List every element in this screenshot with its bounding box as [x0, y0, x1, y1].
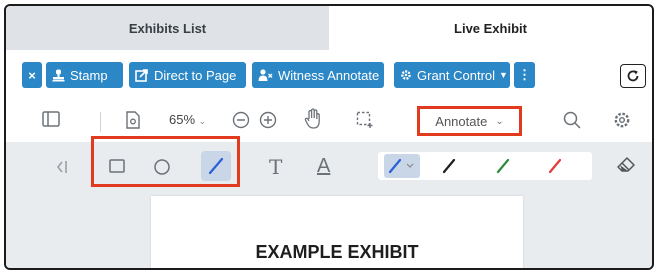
- close-button[interactable]: ×: [22, 62, 42, 88]
- black-color-swatch[interactable]: [440, 156, 460, 176]
- annotation-toolbar: T A: [6, 136, 652, 196]
- close-button-label: ×: [28, 67, 36, 83]
- more-options-button[interactable]: ⋮: [514, 62, 535, 88]
- stamp-button-label: Stamp: [70, 67, 108, 83]
- settings-gear-icon[interactable]: [613, 111, 631, 129]
- circle-tool-icon[interactable]: [153, 158, 171, 176]
- action-toolbar: × Stamp Direct to Page Witness Annotate …: [6, 50, 652, 101]
- grant-control-dropdown[interactable]: Grant Control ▼: [394, 62, 510, 88]
- stamp-button[interactable]: Stamp: [46, 62, 123, 88]
- search-icon[interactable]: [563, 111, 581, 129]
- eraser-icon[interactable]: [616, 156, 636, 174]
- witness-annotate-button[interactable]: Witness Annotate: [252, 62, 384, 88]
- direct-to-page-label: Direct to Page: [154, 67, 237, 83]
- red-color-swatch[interactable]: [546, 156, 566, 176]
- annotate-mode-dropdown[interactable]: Annotate ⌄: [417, 106, 522, 136]
- document-canvas: EXAMPLE EXHIBIT: [6, 196, 652, 268]
- color-picker-group: [378, 152, 592, 180]
- green-color-swatch[interactable]: [494, 156, 514, 176]
- refresh-icon: [626, 69, 640, 83]
- direct-to-page-button[interactable]: Direct to Page: [129, 62, 246, 88]
- chevron-down-icon: ⌄: [495, 115, 504, 127]
- collapse-toolbar-icon[interactable]: [54, 159, 70, 175]
- user-x-icon: [258, 69, 273, 81]
- share-page-icon: [135, 68, 149, 82]
- select-area-icon[interactable]: [356, 111, 374, 129]
- text-tool-icon[interactable]: T: [269, 155, 282, 179]
- tab-live-exhibit[interactable]: Live Exhibit: [329, 6, 652, 50]
- sidebar-toggle-icon[interactable]: [42, 111, 60, 127]
- refresh-button[interactable]: [620, 64, 646, 88]
- blue-color-swatch[interactable]: [384, 154, 420, 178]
- line-tool-icon[interactable]: [201, 151, 231, 181]
- witness-annotate-label: Witness Annotate: [278, 67, 380, 83]
- page-settings-icon[interactable]: [125, 111, 141, 129]
- exhibit-viewer-window: Exhibits List Live Exhibit × Stamp Direc…: [4, 4, 654, 270]
- chevron-down-icon: ▼: [499, 70, 508, 80]
- chevron-down-icon: ⌄: [198, 116, 207, 126]
- gear-icon: [400, 69, 412, 81]
- rectangle-tool-icon[interactable]: [108, 158, 126, 174]
- stamp-icon: [52, 69, 65, 82]
- zoom-select[interactable]: 65% ⌄: [169, 112, 206, 127]
- pan-hand-icon[interactable]: [304, 108, 322, 130]
- more-options-label: ⋮: [518, 67, 531, 82]
- tab-exhibits-list[interactable]: Exhibits List: [6, 6, 329, 50]
- zoom-out-icon[interactable]: [232, 111, 250, 129]
- grant-control-label: Grant Control: [417, 67, 496, 83]
- document-page[interactable]: EXAMPLE EXHIBIT: [151, 196, 523, 268]
- tab-bar: Exhibits List Live Exhibit: [6, 6, 652, 50]
- underline-tool-icon[interactable]: A: [317, 155, 330, 178]
- zoom-level: 65%: [169, 112, 196, 127]
- toolbar-divider: [100, 112, 101, 132]
- document-title: EXAMPLE EXHIBIT: [255, 242, 419, 262]
- zoom-in-icon[interactable]: [259, 111, 277, 129]
- annotate-mode-label: Annotate: [435, 113, 488, 129]
